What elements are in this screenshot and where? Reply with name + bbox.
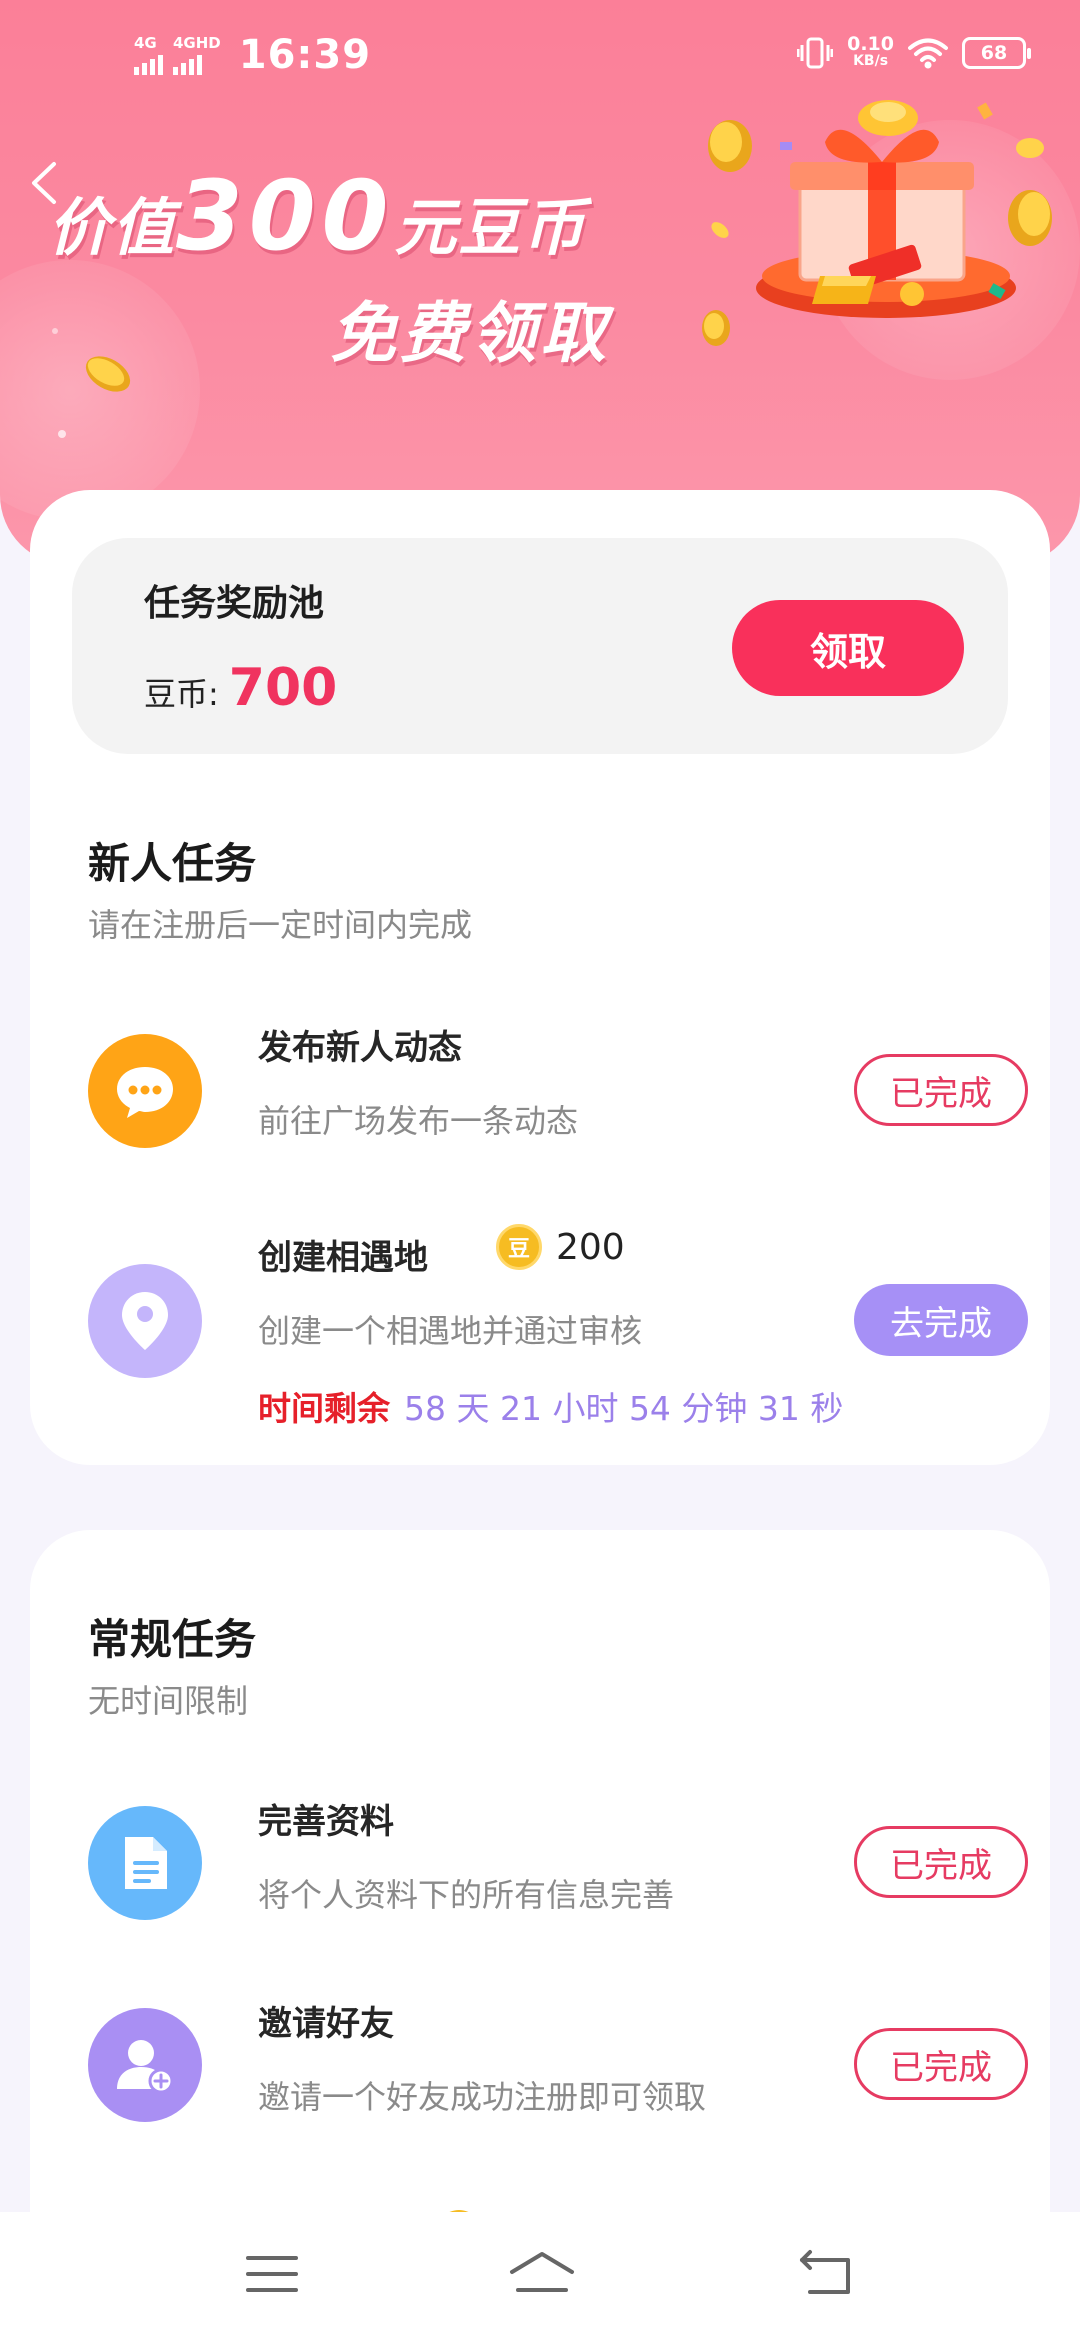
location-pin-icon (88, 1264, 202, 1378)
claim-button[interactable]: 领取 (732, 600, 964, 696)
task-status-button[interactable]: 已完成 (854, 1826, 1028, 1898)
task-status-button[interactable]: 已完成 (854, 1054, 1028, 1126)
reward-pool-title: 任务奖励池 (144, 583, 325, 624)
task-item-post-moment: 发布新人动态 前往广场发布一条动态 已完成 (88, 1020, 1028, 1170)
vibrate-icon (797, 37, 834, 69)
signal-2: 4GHD (173, 33, 221, 75)
regular-section-subtitle: 无时间限制 (88, 1682, 249, 1720)
clock: 16:39 (238, 32, 372, 78)
wifi-icon (908, 38, 948, 69)
network-type-label: 4G (134, 33, 157, 52)
sparkle (52, 328, 58, 334)
task-description: 将个人资料下的所有信息完善 (258, 1876, 675, 1914)
home-icon[interactable] (506, 2246, 578, 2302)
document-icon (88, 1806, 202, 1920)
task-name: 创建相遇地 (258, 1238, 428, 1278)
signal-1: 4G (134, 33, 163, 75)
go-complete-button[interactable]: 去完成 (854, 1284, 1028, 1356)
network-type-label: 4GHD (173, 33, 221, 52)
reward-pool-balance: 豆币: 700 (144, 658, 337, 718)
newbie-section-subtitle: 请在注册后一定时间内完成 (88, 906, 473, 944)
chat-bubble-icon (88, 1034, 202, 1148)
coin-value: 700 (228, 658, 338, 718)
sparkle (58, 430, 66, 438)
task-item-complete-profile: 完善资料 将个人资料下的所有信息完善 已完成 (88, 1794, 1028, 1944)
countdown-value: 58 天 21 小时 54 分钟 31 秒 (404, 1389, 844, 1428)
system-navigation-bar (0, 2212, 1080, 2340)
regular-section-title: 常规任务 (88, 1615, 257, 1664)
countdown: 时间剩余 58 天 21 小时 54 分钟 31 秒 (258, 1382, 843, 1430)
hero-headline-amount: 300 (176, 160, 395, 272)
reward-pool: 任务奖励池 豆币: 700 领取 (72, 538, 1008, 754)
newbie-section-title: 新人任务 (88, 839, 257, 888)
add-user-icon (88, 2008, 202, 2122)
task-name: 完善资料 (258, 1802, 394, 1842)
signal-bars-icon (173, 51, 202, 75)
hero-headline-prefix: 价值 (48, 191, 177, 264)
task-status-button[interactable]: 已完成 (854, 2028, 1028, 2100)
task-reward-amount: 200 (556, 1226, 625, 1268)
gift-box-illustration (702, 100, 1052, 346)
task-name: 邀请好友 (258, 2004, 394, 2044)
task-description: 创建一个相遇地并通过审核 (258, 1312, 643, 1350)
signal-bars-icon (134, 51, 163, 75)
hero-banner: 4G 4GHD 16:39 0.10 KB/s 68 价值300元豆币 免费领取 (0, 0, 1080, 565)
net-speed: 0.10 KB/s (847, 33, 894, 70)
gold-coin-icon (85, 356, 131, 392)
task-item-invite-friend: 邀请好友 邀请一个好友成功注册即可领取 已完成 (88, 1996, 1028, 2146)
status-left: 4G 4GHD 16:39 (134, 32, 371, 78)
battery-level: 68 (980, 42, 1008, 64)
hero-headline: 价值300元豆币 (48, 160, 586, 272)
countdown-label: 时间剩余 (258, 1389, 390, 1428)
newbie-task-card: 任务奖励池 豆币: 700 领取 新人任务 请在注册后一定时间内完成 发布新人动… (30, 490, 1050, 1465)
bean-coin-icon: 豆 (496, 1224, 542, 1270)
coin-label: 豆币: (144, 675, 219, 713)
status-right: 0.10 KB/s 68 (797, 33, 1031, 70)
task-description: 邀请一个好友成功注册即可领取 (258, 2078, 707, 2116)
battery-icon: 68 (962, 37, 1031, 69)
back-icon[interactable] (796, 2246, 856, 2302)
menu-icon[interactable] (242, 2246, 302, 2302)
hero-subheadline: 免费领取 (330, 294, 610, 372)
task-item-create-place: 创建相遇地 豆 200 创建一个相遇地并通过审核 去完成 时间剩余 58 天 21… (88, 1224, 1028, 1450)
hero-headline-suffix: 元豆币 (394, 191, 587, 264)
task-description: 前往广场发布一条动态 (258, 1102, 579, 1140)
net-speed-value: 0.10 (847, 33, 894, 55)
task-name: 发布新人动态 (258, 1028, 462, 1068)
net-speed-unit: KB/s (853, 53, 889, 69)
task-reward: 豆 200 (496, 1224, 625, 1270)
